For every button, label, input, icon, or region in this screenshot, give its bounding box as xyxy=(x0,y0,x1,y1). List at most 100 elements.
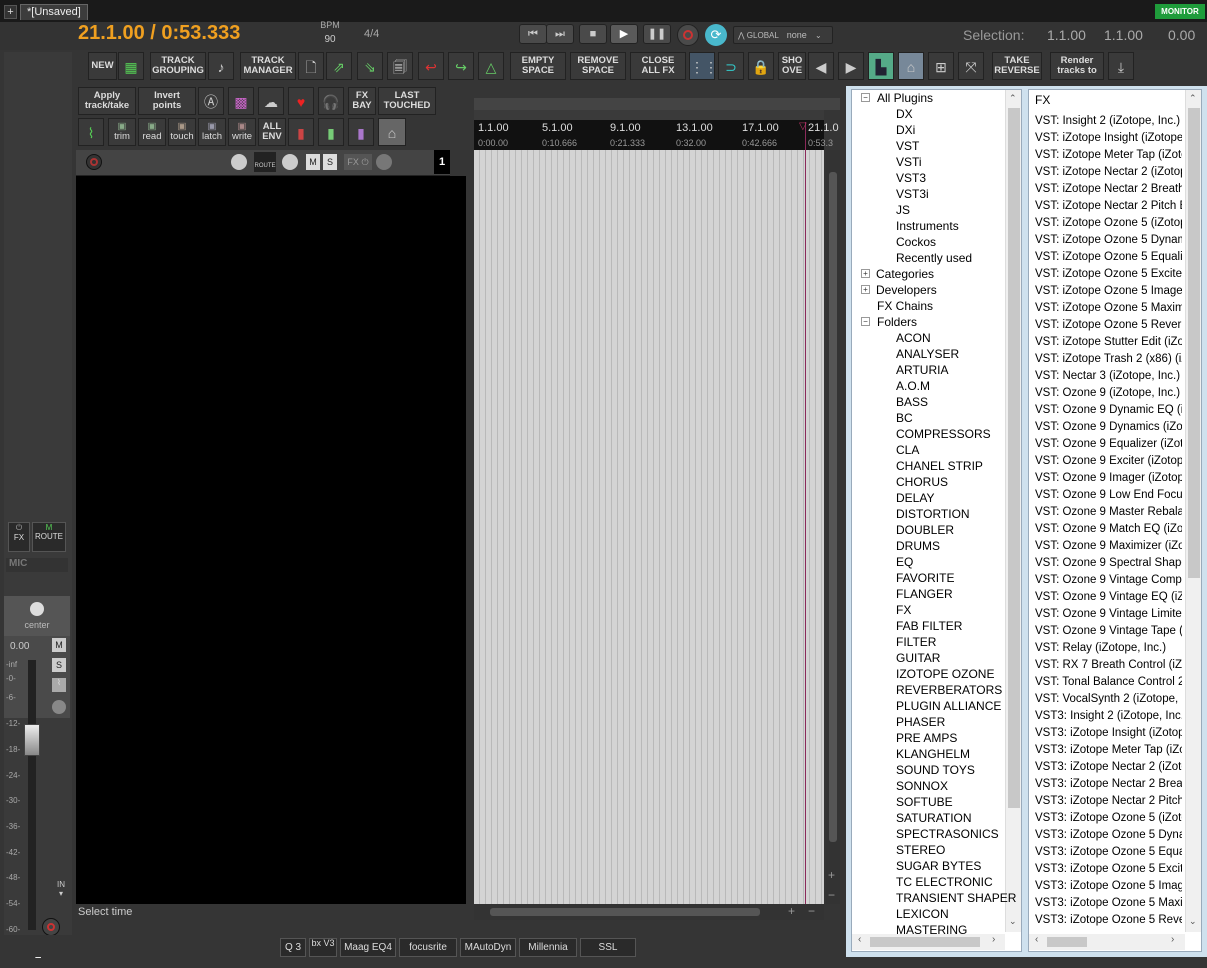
new-button[interactable]: NEW xyxy=(88,52,117,80)
film-icon[interactable]: ▦ xyxy=(118,52,144,80)
touch-button[interactable]: ▣ touch xyxy=(168,118,196,146)
fx-list-item[interactable]: VST3: iZotope Nectar 2 Breath xyxy=(1035,776,1182,793)
tree-item-folder[interactable]: COMPRESSORS xyxy=(896,426,991,442)
fx-bay-button[interactable]: FX BAY xyxy=(348,87,376,115)
track-record-arm[interactable] xyxy=(86,154,102,170)
collapse-icon[interactable]: − xyxy=(861,93,870,102)
lock-icon[interactable]: 🔒 xyxy=(748,52,774,80)
track-grouping-button[interactable]: TRACK GROUPING xyxy=(150,52,206,80)
fx-list-item[interactable]: VST3: iZotope Meter Tap (iZoto xyxy=(1035,742,1182,759)
tree-item-folder[interactable]: CHORUS xyxy=(896,474,948,490)
stretch-icon[interactable]: ⤧ xyxy=(958,52,984,80)
chevron-up-icon[interactable]: ⌃ xyxy=(1009,93,1017,104)
track-pan-knob[interactable] xyxy=(282,154,298,170)
zoom-in-icon[interactable]: + xyxy=(788,904,795,918)
mic-input-select[interactable]: MIC xyxy=(6,558,68,572)
tree-item-folder[interactable]: SOUND TOYS xyxy=(896,762,975,778)
tree-item-plugin-type[interactable]: VSTi xyxy=(896,154,922,170)
tree-item-plugin-type[interactable]: JS xyxy=(896,202,910,218)
fx-list-item[interactable]: VST: iZotope Ozone 5 Maximiz xyxy=(1035,300,1182,317)
fx-list-item[interactable]: VST: iZotope Nectar 2 Breath C xyxy=(1035,181,1182,198)
go-to-end-button[interactable]: ⏭ xyxy=(546,24,574,44)
latch-button[interactable]: ▣ latch xyxy=(198,118,226,146)
tree-item-folder[interactable]: SONNOX xyxy=(896,778,948,794)
monitor-fx-button[interactable]: MONITOR FX xyxy=(1155,4,1205,31)
vertical-scrollbar[interactable]: + − xyxy=(826,150,840,904)
play-button[interactable]: ▶ xyxy=(610,24,638,44)
fx-list-item[interactable]: VST3: iZotope Nectar 2 Pitch E xyxy=(1035,793,1182,810)
tree-item-folder[interactable]: PHASER xyxy=(896,714,945,730)
track-volume-knob[interactable] xyxy=(231,154,247,170)
repeat-button[interactable]: ⟳ xyxy=(705,24,727,46)
tree-item-folder[interactable]: ANALYSER xyxy=(896,346,959,362)
tree-item-folder[interactable]: SOFTUBE xyxy=(896,794,953,810)
tree-scrollbar[interactable]: ⌃ ⌄ xyxy=(1005,90,1021,932)
tree-item-folder[interactable]: EQ xyxy=(896,554,913,570)
page-badge-icon[interactable]: 🗐 xyxy=(387,52,413,80)
fx-list-item[interactable]: VST: Ozone 9 Dynamics (iZotop xyxy=(1035,419,1182,436)
ripple-red-icon[interactable]: ↩ xyxy=(418,52,444,80)
fx-list-item[interactable]: VST: Ozone 9 Dynamic EQ (iZo xyxy=(1035,402,1182,419)
anarchy-icon[interactable]: Ⓐ xyxy=(198,87,224,115)
arrow-right-icon[interactable]: ▶ xyxy=(838,52,864,80)
mixer-solo-button[interactable]: S xyxy=(52,658,66,672)
tree-item-folders[interactable]: Folders xyxy=(877,314,917,330)
tree-item-folder[interactable]: PLUGIN ALLIANCE xyxy=(896,698,1001,714)
fx-list-item[interactable]: VST: iZotope Ozone 5 (iZotope xyxy=(1035,215,1182,232)
invert-points-button[interactable]: Invert points xyxy=(138,87,196,115)
stop-button[interactable]: ■ xyxy=(579,24,607,44)
track-mute-button[interactable]: M xyxy=(306,154,320,170)
tree-item-folder[interactable]: FILTER xyxy=(896,634,936,650)
mixer-mute-button[interactable]: M xyxy=(52,638,66,652)
track-phase-icon[interactable] xyxy=(376,154,392,170)
project-tab[interactable]: *[Unsaved] xyxy=(20,4,88,20)
fx-list-item[interactable]: VST: Ozone 9 (iZotope, Inc.) xyxy=(1035,385,1182,402)
zoom-out-icon[interactable]: − xyxy=(808,904,815,918)
tree-item-plugin-type[interactable]: VST3i xyxy=(896,186,929,202)
tree-item-plugin-type[interactable]: Recently used xyxy=(896,250,972,266)
ripple-green-icon[interactable]: ↪ xyxy=(448,52,474,80)
mixer-fx-button[interactable]: ⏻ FX xyxy=(8,522,30,552)
music-note-icon[interactable]: ♪ xyxy=(208,52,234,80)
region-lane[interactable] xyxy=(474,98,840,110)
tree-item-folder[interactable]: FAB FILTER xyxy=(896,618,962,634)
fx-list-item[interactable]: VST: iZotope Stutter Edit (iZoto xyxy=(1035,334,1182,351)
bpm-value[interactable]: 90 xyxy=(318,34,342,45)
loop-toggle-icon[interactable]: ⊃ xyxy=(718,52,744,80)
all-env-button[interactable]: ALL ENV xyxy=(258,118,286,146)
chevron-right-icon[interactable]: › xyxy=(1171,934,1174,945)
horizontal-scrollbar[interactable]: + − xyxy=(474,904,824,920)
export-icon[interactable]: ⇗ xyxy=(326,52,352,80)
fx-preset-button[interactable]: MAutoDyn xyxy=(460,938,516,957)
fx-list-item[interactable]: VST: Ozone 9 Exciter (iZotope, xyxy=(1035,453,1182,470)
chevron-down-icon[interactable]: ⌄ xyxy=(1009,916,1017,927)
fx-list-item[interactable]: VST: iZotope Meter Tap (iZotop xyxy=(1035,147,1182,164)
mixer-route-button[interactable]: M ROUTE xyxy=(32,522,66,552)
record-button[interactable] xyxy=(677,24,699,46)
metronome-icon[interactable]: △ xyxy=(478,52,504,80)
last-touched-button[interactable]: LAST TOUCHED xyxy=(378,87,436,115)
close-all-fx-button[interactable]: CLOSE ALL FX xyxy=(630,52,686,80)
selection-start[interactable]: 1.1.00 xyxy=(1047,27,1086,43)
tree-item-plugin-type[interactable]: Cockos xyxy=(896,234,936,250)
input-monitor[interactable]: IN ▾ xyxy=(54,880,68,908)
chevron-left-icon[interactable]: ‹ xyxy=(1035,934,1038,945)
tree-item-folder[interactable]: SATURATION xyxy=(896,810,972,826)
show-overlap-button[interactable]: SHO OVE xyxy=(778,52,806,80)
fx-preset-button[interactable]: SSL xyxy=(580,938,636,957)
fx-list-item[interactable]: VST: iZotope Ozone 5 Imager (i xyxy=(1035,283,1182,300)
mixer-record-arm[interactable] xyxy=(42,918,60,936)
fx-list-item[interactable]: VST3: iZotope Ozone 5 Maximi xyxy=(1035,895,1182,912)
fx-preset-button[interactable]: Millennia xyxy=(519,938,577,957)
tree-item-folder[interactable]: DRUMS xyxy=(896,538,940,554)
time-display[interactable]: 21.1.00 / 0:53.333 xyxy=(78,22,240,44)
track-route-button[interactable]: ROUTE xyxy=(254,152,276,172)
fx-list-item[interactable]: VST: Nectar 3 (iZotope, Inc.) xyxy=(1035,368,1182,385)
fx-list-item[interactable]: VST: Tonal Balance Control 2 (i xyxy=(1035,674,1182,691)
tree-item-folder[interactable]: CLA xyxy=(896,442,919,458)
tree-item-folder[interactable]: TC ELECTRONIC xyxy=(896,874,993,890)
volume-fader-handle[interactable] xyxy=(24,724,40,756)
tree-item-folder[interactable]: TRANSIENT SHAPER xyxy=(896,890,1016,906)
red-slider-icon[interactable]: ▮ xyxy=(288,118,314,146)
snap-icon[interactable]: ▙ xyxy=(868,52,894,80)
